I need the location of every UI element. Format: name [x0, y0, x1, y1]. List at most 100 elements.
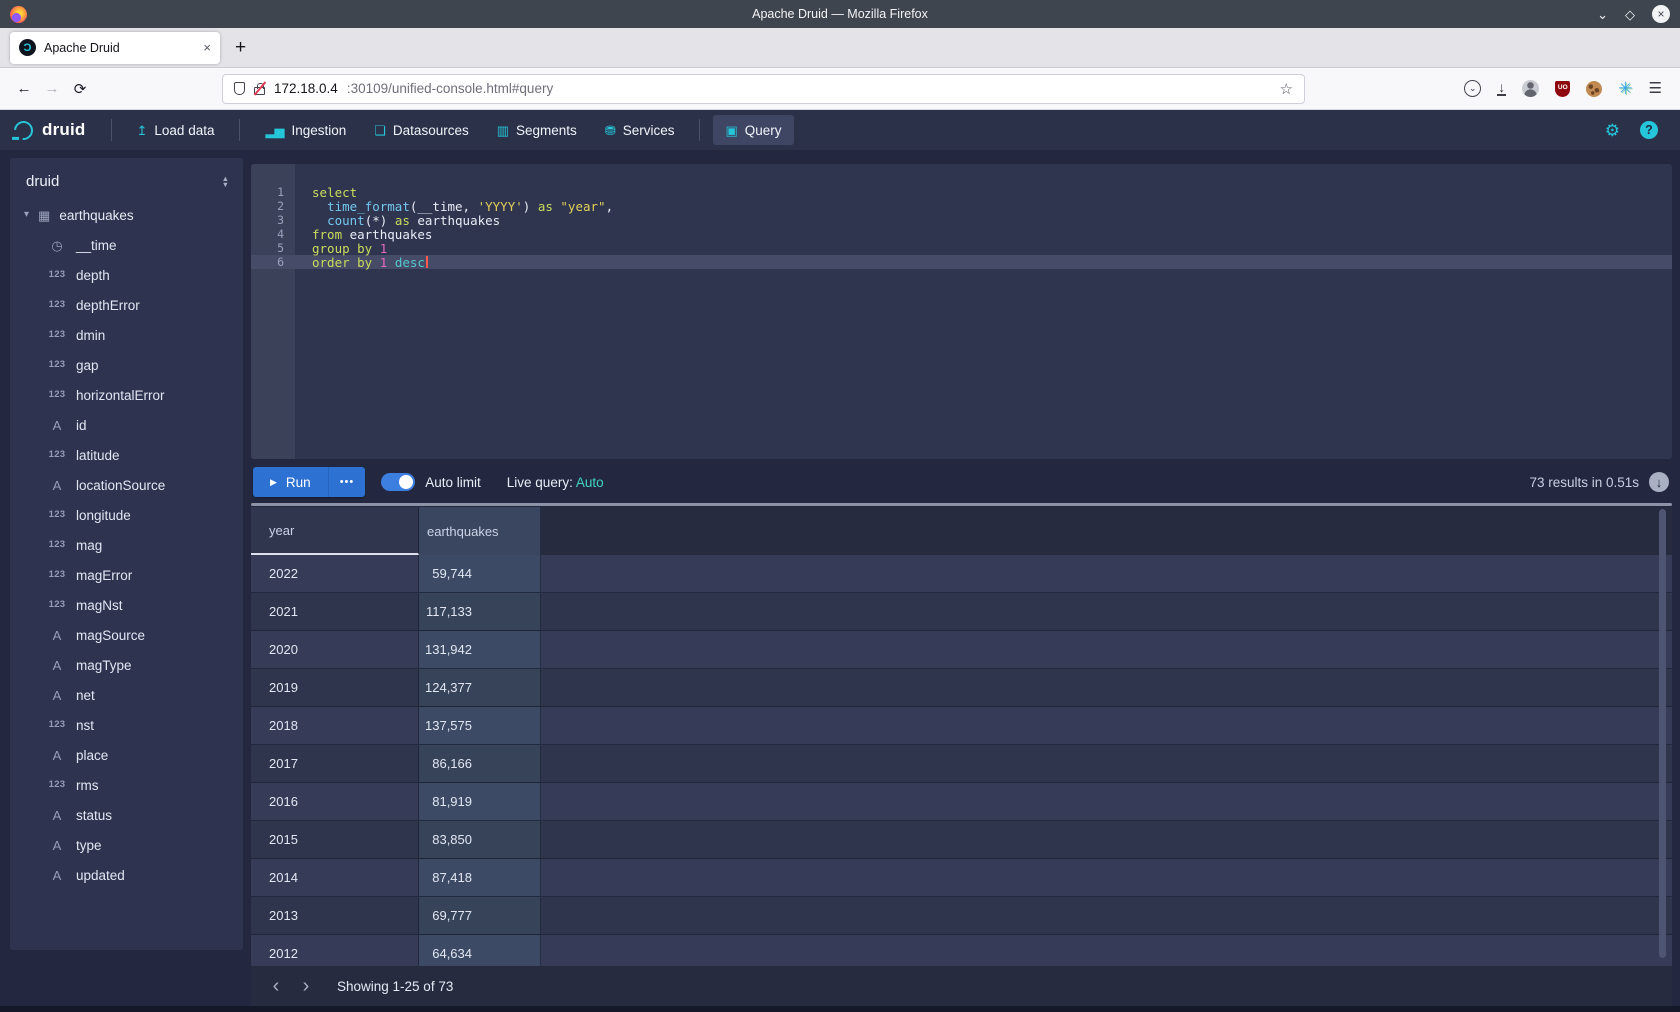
reload-button[interactable]: ⟳: [66, 80, 94, 98]
time-column-icon: ◷: [47, 239, 67, 252]
nav-item-datasources[interactable]: ❏ Datasources: [362, 115, 480, 145]
cell-year[interactable]: 2014: [251, 859, 419, 896]
schema-column[interactable]: 123 nst: [10, 710, 243, 740]
menu-icon[interactable]: ☰: [1649, 81, 1662, 96]
cell-earthquakes[interactable]: 87,418: [419, 859, 541, 896]
cell-earthquakes[interactable]: 124,377: [419, 669, 541, 706]
account-icon[interactable]: [1522, 80, 1539, 97]
run-button[interactable]: ▶ Run: [253, 467, 328, 497]
cookie-icon[interactable]: [1586, 81, 1602, 97]
cell-earthquakes[interactable]: 69,777: [419, 897, 541, 934]
numeric-column-icon: 123: [47, 510, 67, 520]
schema-column[interactable]: 123 rms: [10, 770, 243, 800]
schema-column[interactable]: 123 magNst: [10, 590, 243, 620]
column-name: nst: [76, 718, 94, 733]
schema-column[interactable]: 123 longitude: [10, 500, 243, 530]
nav-item-ingestion[interactable]: ▂▅ Ingestion: [253, 115, 358, 145]
extension-asterisk-icon[interactable]: ✳: [1618, 80, 1632, 97]
schema-column[interactable]: A magSource: [10, 620, 243, 650]
schema-column[interactable]: 123 depthError: [10, 290, 243, 320]
run-more-button[interactable]: •••: [328, 467, 366, 497]
string-column-icon: A: [47, 689, 67, 702]
help-icon[interactable]: ?: [1640, 121, 1658, 139]
nav-item-segments[interactable]: ▥ Segments: [485, 115, 589, 145]
horizontal-scrollbar[interactable]: [251, 503, 1672, 506]
next-page-button[interactable]: ›: [291, 976, 321, 996]
schema-column[interactable]: A magType: [10, 650, 243, 680]
cell-year[interactable]: 2017: [251, 745, 419, 782]
schema-column[interactable]: 123 horizontalError: [10, 380, 243, 410]
schema-column[interactable]: A locationSource: [10, 470, 243, 500]
cell-year[interactable]: 2018: [251, 707, 419, 744]
bookmark-star-icon[interactable]: ☆: [1280, 80, 1293, 98]
url-bar[interactable]: 172.18.0.4 :30109/unified-console.html#q…: [222, 74, 1305, 104]
schema-column[interactable]: A type: [10, 830, 243, 860]
cell-earthquakes[interactable]: 86,166: [419, 745, 541, 782]
cell-earthquakes[interactable]: 83,850: [419, 821, 541, 858]
numeric-column-icon: 123: [47, 780, 67, 790]
window-titlebar: Apache Druid — Mozilla Firefox ⌄ ◇ ×: [0, 0, 1680, 28]
new-tab-button[interactable]: +: [235, 37, 246, 59]
run-button-group: ▶ Run •••: [253, 467, 365, 497]
schema-column[interactable]: A place: [10, 740, 243, 770]
cell-year[interactable]: 2019: [251, 669, 419, 706]
column-name: longitude: [76, 508, 131, 523]
editor-line: 1 select: [251, 185, 1672, 199]
schema-name[interactable]: druid: [26, 173, 222, 190]
cell-year[interactable]: 2016: [251, 783, 419, 820]
cell-year[interactable]: 2020: [251, 631, 419, 668]
forward-button[interactable]: →: [38, 80, 66, 97]
cell-year[interactable]: 2022: [251, 555, 419, 592]
cell-earthquakes[interactable]: 137,575: [419, 707, 541, 744]
ublock-icon[interactable]: UO: [1555, 81, 1570, 97]
tab-close-icon[interactable]: ×: [203, 40, 211, 55]
schema-column[interactable]: 123 latitude: [10, 440, 243, 470]
pocket-icon[interactable]: ⌄: [1464, 80, 1481, 97]
cell-earthquakes[interactable]: 81,919: [419, 783, 541, 820]
schema-column[interactable]: A id: [10, 410, 243, 440]
schema-column[interactable]: 123 dmin: [10, 320, 243, 350]
schema-column[interactable]: A net: [10, 680, 243, 710]
chevron-down-icon[interactable]: ▾: [24, 210, 29, 220]
minimize-icon[interactable]: ⌄: [1597, 8, 1608, 21]
settings-gear-icon[interactable]: ⚙: [1605, 122, 1620, 139]
schema-column[interactable]: 123 magError: [10, 560, 243, 590]
cell-earthquakes[interactable]: 117,133: [419, 593, 541, 630]
download-icon[interactable]: ↓: [1497, 81, 1506, 96]
table-node-earthquakes[interactable]: ▾ ▦ earthquakes: [10, 200, 243, 230]
schema-column[interactable]: 123 depth: [10, 260, 243, 290]
schema-column[interactable]: 123 gap: [10, 350, 243, 380]
column-header-year[interactable]: year: [251, 507, 419, 555]
live-query-value[interactable]: Auto: [576, 475, 604, 490]
table-row: 2022 59,744: [251, 555, 1672, 593]
maximize-icon[interactable]: ◇: [1625, 8, 1635, 21]
schema-column[interactable]: A status: [10, 800, 243, 830]
cell-earthquakes[interactable]: 64,634: [419, 935, 541, 966]
cell-earthquakes[interactable]: 131,942: [419, 631, 541, 668]
schema-column[interactable]: A updated: [10, 860, 243, 890]
sql-editor[interactable]: 1 select 2 time_format(__time, 'YYYY') a…: [251, 164, 1672, 459]
cell-earthquakes[interactable]: 59,744: [419, 555, 541, 592]
sort-icon[interactable]: [222, 176, 229, 188]
sql-token: time_format: [327, 199, 410, 214]
tracking-shield-icon[interactable]: [234, 82, 245, 95]
cell-year[interactable]: 2013: [251, 897, 419, 934]
browser-tab[interactable]: Ɔ Apache Druid ×: [10, 32, 220, 64]
cell-year[interactable]: 2015: [251, 821, 419, 858]
back-button[interactable]: ←: [10, 80, 38, 97]
export-results-icon[interactable]: ↓: [1649, 472, 1669, 492]
vertical-scrollbar[interactable]: [1659, 509, 1666, 958]
close-icon[interactable]: ×: [1652, 5, 1670, 23]
auto-limit-toggle[interactable]: [381, 473, 415, 491]
cell-year[interactable]: 2021: [251, 593, 419, 630]
nav-item-query[interactable]: ▣ Query: [713, 115, 793, 145]
insecure-lock-icon[interactable]: [254, 87, 265, 95]
nav-item-services[interactable]: ⛃ Services: [593, 115, 687, 145]
nav-item-load-data[interactable]: ↥ Load data: [125, 115, 227, 145]
prev-page-button[interactable]: ‹: [261, 976, 291, 996]
schema-column[interactable]: ◷ __time: [10, 230, 243, 260]
cell-year[interactable]: 2012: [251, 935, 419, 966]
druid-logo[interactable]: druid: [14, 120, 86, 140]
column-header-earthquakes[interactable]: earthquakes: [419, 507, 541, 555]
schema-column[interactable]: 123 mag: [10, 530, 243, 560]
